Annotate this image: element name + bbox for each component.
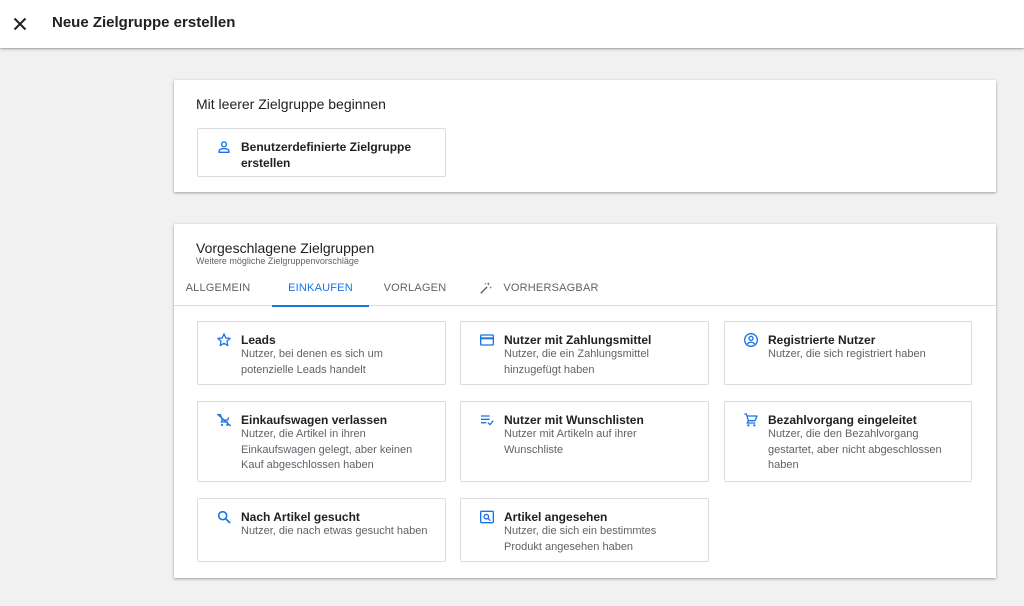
close-button[interactable] (8, 12, 32, 36)
tab-label: VORHERSAGBAR (503, 282, 599, 294)
audience-tile-checkout[interactable]: Bezahlvorgang eingeleitet Nutzer, die de… (724, 401, 972, 482)
tab-label: VORLAGEN (383, 282, 447, 294)
tile-title: Einkaufswagen verlassen (241, 413, 388, 427)
remove-cart-icon (216, 412, 232, 428)
audience-tile-wishlist[interactable]: Nutzer mit Wunschlisten Nutzer mit Artik… (460, 401, 709, 482)
search-icon (216, 509, 232, 525)
page-title: Neue Zielgruppe erstellen (52, 14, 236, 31)
tab-einkaufen[interactable]: EINKAUFEN (272, 270, 369, 307)
custom-audience-label: Benutzerdefinierte Zielgruppe erstellen (241, 140, 412, 170)
tile-description: Nutzer, die Artikel in ihren Einkaufswag… (241, 428, 413, 471)
audience-tile-cart-abandoned[interactable]: Einkaufswagen verlassen Nutzer, die Arti… (197, 401, 446, 482)
tile-title: Nutzer mit Zahlungsmittel (504, 333, 652, 347)
tile-title: Registrierte Nutzer (768, 333, 876, 347)
tab-label: EINKAUFEN (288, 282, 353, 294)
tab-label: ALLGEMEIN (185, 282, 251, 294)
tile-description: Nutzer, bei denen es sich um potenzielle… (241, 348, 383, 376)
star-icon (216, 332, 232, 348)
create-custom-audience-button[interactable]: Benutzerdefinierte Zielgruppe erstellen (197, 128, 446, 177)
image-search-icon (479, 509, 495, 525)
tab-allgemein[interactable]: ALLGEMEIN (182, 270, 254, 306)
shopping-cart-icon (743, 412, 759, 428)
tile-title: Leads (241, 333, 276, 347)
tab-vorlagen[interactable]: VORLAGEN (382, 270, 448, 306)
tab-vorhersagbar[interactable]: VORHERSAGBAR (480, 270, 598, 306)
magic-wand-icon (479, 281, 493, 295)
tile-description: Nutzer mit Artikeln auf ihrer Wunschlist… (504, 428, 637, 456)
blank-section-title: Mit leerer Zielgruppe beginnen (196, 96, 386, 112)
audience-tile-leads[interactable]: Leads Nutzer, bei denen es sich um poten… (197, 321, 446, 385)
playlist-check-icon (479, 412, 495, 428)
tile-description: Nutzer, die ein Zahlungsmittel hinzugefü… (504, 348, 649, 376)
tile-description: Nutzer, die den Bezahlvorgang gestartet,… (768, 428, 942, 471)
tile-title: Artikel angesehen (504, 510, 608, 524)
audience-tile-viewed[interactable]: Artikel angesehen Nutzer, die sich ein b… (460, 498, 709, 562)
top-app-bar: Neue Zielgruppe erstellen (0, 0, 1024, 48)
suggested-section-subtitle: Weitere mögliche Zielgruppenvorschläge (196, 256, 359, 266)
close-icon (13, 17, 27, 31)
tile-title: Nutzer mit Wunschlisten (504, 413, 644, 427)
tile-title: Nach Artikel gesucht (241, 510, 360, 524)
tile-description: Nutzer, die nach etwas gesucht haben (241, 525, 428, 537)
blank-audience-card: Mit leerer Zielgruppe beginnen Benutzerd… (174, 80, 996, 192)
tile-title: Bezahlvorgang eingeleitet (768, 413, 917, 427)
audience-tile-searched[interactable]: Nach Artikel gesucht Nutzer, die nach et… (197, 498, 446, 562)
tab-bar: ALLGEMEIN EINKAUFEN VORLAGEN VORHERSAGBA… (174, 270, 996, 307)
tile-description: Nutzer, die sich ein bestimmtes Produkt … (504, 525, 657, 553)
person-icon (216, 139, 232, 155)
suggested-audiences-card: Vorgeschlagene Zielgruppen Weitere mögli… (174, 224, 996, 578)
suggested-section-title: Vorgeschlagene Zielgruppen (196, 240, 375, 256)
audience-tile-registered[interactable]: Registrierte Nutzer Nutzer, die sich reg… (724, 321, 972, 385)
tile-description: Nutzer, die sich registriert haben (768, 348, 926, 360)
credit-card-icon (479, 332, 495, 348)
audience-tile-payment[interactable]: Nutzer mit Zahlungsmittel Nutzer, die ei… (460, 321, 709, 385)
account-circle-icon (743, 332, 759, 348)
